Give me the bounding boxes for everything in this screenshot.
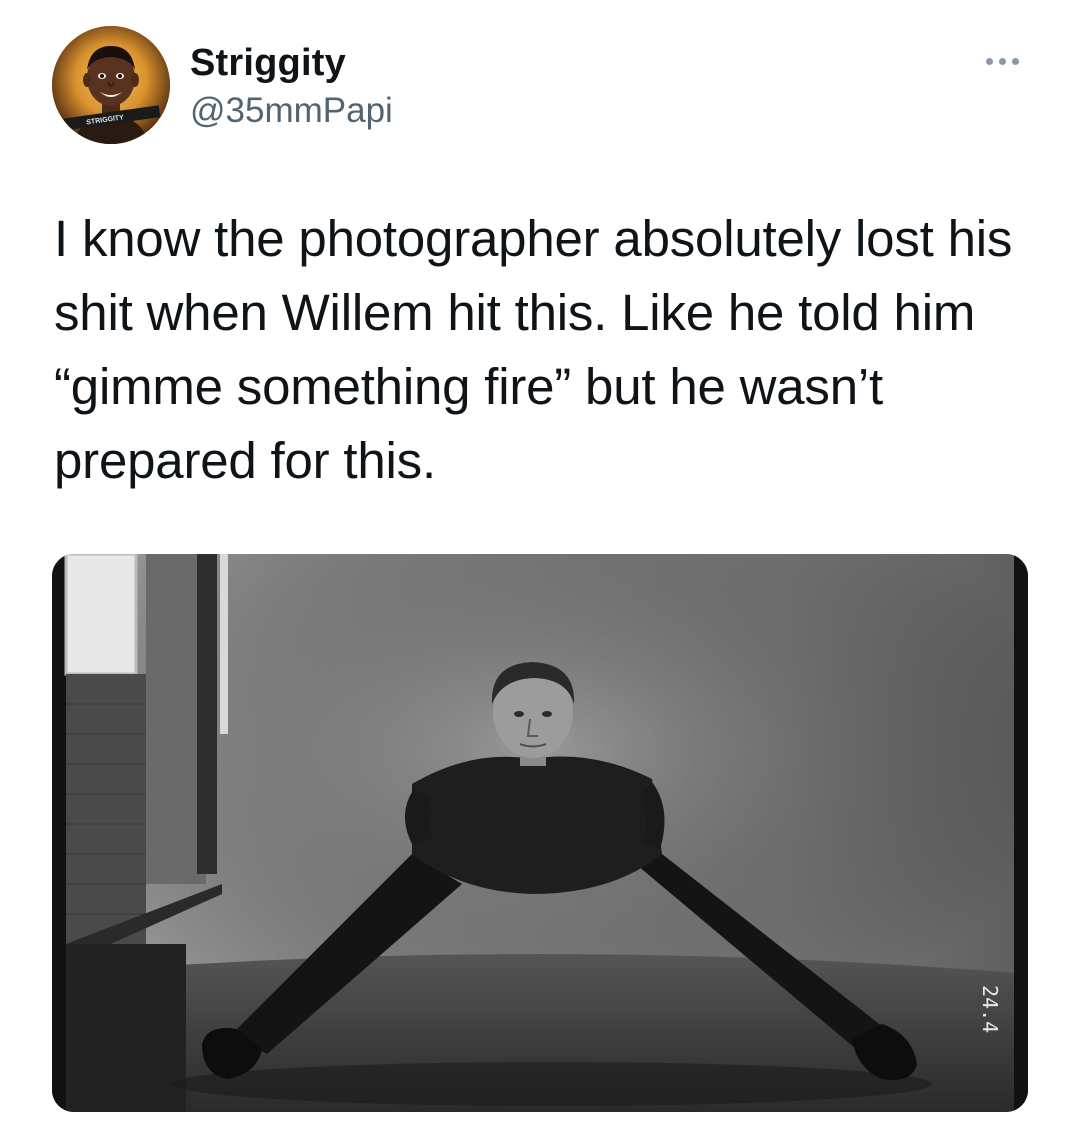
tweet-text: I know the photographer absolutely lost … [54,210,1013,489]
avatar[interactable]: STRIGGITY [52,26,170,144]
film-edge-marker: 24.4 [978,985,1002,1034]
user-handle[interactable]: @35mmPapi [190,89,393,133]
photo-image [52,554,1028,1112]
more-horizontal-icon [985,57,993,65]
display-name[interactable]: Striggity [190,40,346,86]
more-dot [1011,57,1019,65]
tweet-media-photo[interactable] [52,554,1028,1112]
more-options-button[interactable] [976,48,1028,74]
tweet: STRIGGITY Striggity @35mmPapi I know the… [0,0,1080,1140]
more-dot [998,57,1006,65]
avatar-image: STRIGGITY [52,26,170,144]
